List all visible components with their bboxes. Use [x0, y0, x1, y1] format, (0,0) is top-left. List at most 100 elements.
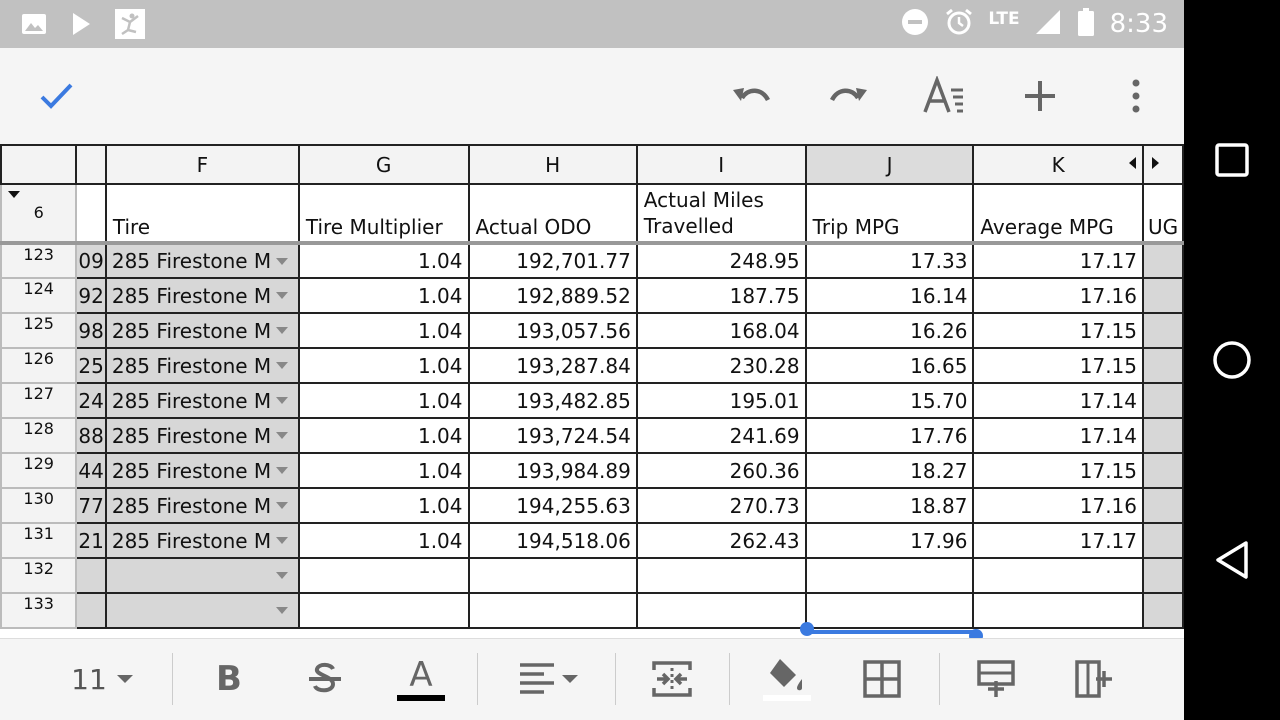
tire-cell[interactable]: 285 Firestone M	[104, 277, 300, 314]
partial-next-cell[interactable]	[1142, 592, 1184, 629]
partial-next-cell[interactable]	[1142, 452, 1184, 489]
partial-next-cell[interactable]	[1142, 487, 1184, 524]
bold-icon[interactable]: B	[204, 655, 254, 703]
align-dropdown[interactable]	[512, 655, 584, 703]
trip-mpg-cell[interactable]: 18.27	[804, 452, 975, 489]
actual-miles-cell[interactable]: 168.04	[635, 312, 807, 349]
actual-odo-cell[interactable]: 193,482.85	[467, 382, 638, 419]
partial-cell[interactable]: 92	[75, 277, 107, 314]
partial-cell[interactable]	[75, 592, 107, 629]
header-cell-actual-odo[interactable]: Actual ODO	[467, 183, 638, 245]
trip-mpg-cell[interactable]: 17.76	[804, 417, 975, 454]
actual-odo-cell[interactable]: 194,255.63	[467, 487, 638, 524]
tire-multiplier-cell[interactable]: 1.04	[297, 242, 470, 279]
average-mpg-cell[interactable]: 17.15	[972, 347, 1145, 384]
recents-icon[interactable]	[1212, 140, 1252, 180]
back-icon[interactable]	[1212, 540, 1252, 580]
partial-cell[interactable]: 21	[75, 522, 107, 559]
tire-cell[interactable]: 285 Firestone M	[104, 382, 300, 419]
spreadsheet-grid[interactable]: F G H I J K 6 Tire Tire Multiplier Actua…	[0, 144, 1184, 638]
actual-odo-cell[interactable]: 193,057.56	[467, 312, 638, 349]
dropdown-arrow-icon[interactable]	[275, 467, 288, 474]
tire-multiplier-cell[interactable]	[297, 592, 470, 629]
dropdown-arrow-icon[interactable]	[275, 572, 288, 579]
header-cell-partial-next[interactable]: UG	[1142, 183, 1184, 245]
column-header-h[interactable]: H	[467, 144, 638, 185]
tire-multiplier-cell[interactable]: 1.04	[297, 312, 470, 349]
redo-icon[interactable]	[824, 72, 872, 120]
column-header-k[interactable]: K	[972, 144, 1145, 185]
tire-multiplier-cell[interactable]: 1.04	[297, 382, 470, 419]
partial-next-cell[interactable]	[1142, 557, 1184, 594]
actual-odo-cell[interactable]	[467, 592, 638, 629]
row-header[interactable]: 131	[0, 522, 78, 559]
dropdown-arrow-icon[interactable]	[275, 362, 288, 369]
average-mpg-cell[interactable]: 17.14	[972, 382, 1145, 419]
row-header[interactable]: 128	[0, 417, 78, 454]
partial-cell[interactable]: 24	[75, 382, 107, 419]
partial-next-cell[interactable]	[1142, 347, 1184, 384]
trip-mpg-cell[interactable]: 17.96	[804, 522, 975, 559]
text-format-icon[interactable]	[920, 72, 968, 120]
borders-icon[interactable]	[858, 655, 906, 703]
row-header[interactable]: 133	[0, 592, 78, 629]
actual-odo-cell[interactable]: 193,984.89	[467, 452, 638, 489]
column-header-g[interactable]: G	[297, 144, 470, 185]
trip-mpg-cell[interactable]: 15.70	[804, 382, 975, 419]
tire-multiplier-cell[interactable]: 1.04	[297, 522, 470, 559]
more-vert-icon[interactable]	[1112, 72, 1160, 120]
tire-cell[interactable]: 285 Firestone M	[104, 522, 300, 559]
partial-cell[interactable]: 77	[75, 487, 107, 524]
selection-handle-end[interactable]	[969, 629, 983, 638]
text-color-button[interactable]: A	[396, 655, 446, 703]
average-mpg-cell[interactable]: 17.14	[972, 417, 1145, 454]
actual-odo-cell[interactable]: 192,889.52	[467, 277, 638, 314]
tire-multiplier-cell[interactable]	[297, 557, 470, 594]
check-icon[interactable]	[32, 72, 80, 120]
tire-cell[interactable]: 285 Firestone M	[104, 242, 300, 279]
partial-next-cell[interactable]	[1142, 312, 1184, 349]
tire-multiplier-cell[interactable]: 1.04	[297, 452, 470, 489]
column-header-next[interactable]	[1142, 144, 1184, 185]
partial-cell[interactable]: 44	[75, 452, 107, 489]
undo-icon[interactable]	[728, 72, 776, 120]
actual-miles-cell[interactable]: 260.36	[635, 452, 807, 489]
row-header[interactable]: 125	[0, 312, 78, 349]
row-header-6[interactable]: 6	[0, 183, 78, 245]
header-cell-average-mpg[interactable]: Average MPG	[972, 183, 1145, 245]
actual-odo-cell[interactable]: 194,518.06	[467, 522, 638, 559]
average-mpg-cell[interactable]	[972, 592, 1145, 629]
actual-odo-cell[interactable]: 193,724.54	[467, 417, 638, 454]
partial-cell[interactable]: 98	[75, 312, 107, 349]
partial-cell[interactable]	[75, 557, 107, 594]
tire-multiplier-cell[interactable]: 1.04	[297, 487, 470, 524]
tire-multiplier-cell[interactable]: 1.04	[297, 347, 470, 384]
tire-cell[interactable]: 285 Firestone M	[104, 452, 300, 489]
actual-miles-cell[interactable]: 241.69	[635, 417, 807, 454]
dropdown-arrow-icon[interactable]	[275, 432, 288, 439]
home-icon[interactable]	[1212, 340, 1252, 380]
font-size-dropdown[interactable]: 11	[62, 655, 142, 703]
average-mpg-cell[interactable]: 17.16	[972, 277, 1145, 314]
actual-odo-cell[interactable]	[467, 557, 638, 594]
tire-multiplier-cell[interactable]: 1.04	[297, 277, 470, 314]
trip-mpg-cell[interactable]: 16.65	[804, 347, 975, 384]
actual-miles-cell[interactable]	[635, 592, 807, 629]
scroll-right-icon[interactable]	[1152, 157, 1160, 169]
row-header[interactable]: 129	[0, 452, 78, 489]
tire-cell[interactable]: 285 Firestone M	[104, 487, 300, 524]
average-mpg-cell[interactable]: 17.17	[972, 522, 1145, 559]
insert-row-icon[interactable]	[972, 655, 1020, 703]
row-header[interactable]: 127	[0, 382, 78, 419]
actual-miles-cell[interactable]: 187.75	[635, 277, 807, 314]
average-mpg-cell[interactable]: 17.16	[972, 487, 1145, 524]
dropdown-arrow-icon[interactable]	[275, 537, 288, 544]
column-header-partial[interactable]	[75, 144, 107, 185]
actual-miles-cell[interactable]: 230.28	[635, 347, 807, 384]
dropdown-arrow-icon[interactable]	[275, 607, 288, 614]
trip-mpg-cell[interactable]: 17.33	[804, 242, 975, 279]
row-header[interactable]: 130	[0, 487, 78, 524]
partial-cell[interactable]: 88	[75, 417, 107, 454]
tire-cell[interactable]	[104, 557, 300, 594]
actual-odo-cell[interactable]: 192,701.77	[467, 242, 638, 279]
